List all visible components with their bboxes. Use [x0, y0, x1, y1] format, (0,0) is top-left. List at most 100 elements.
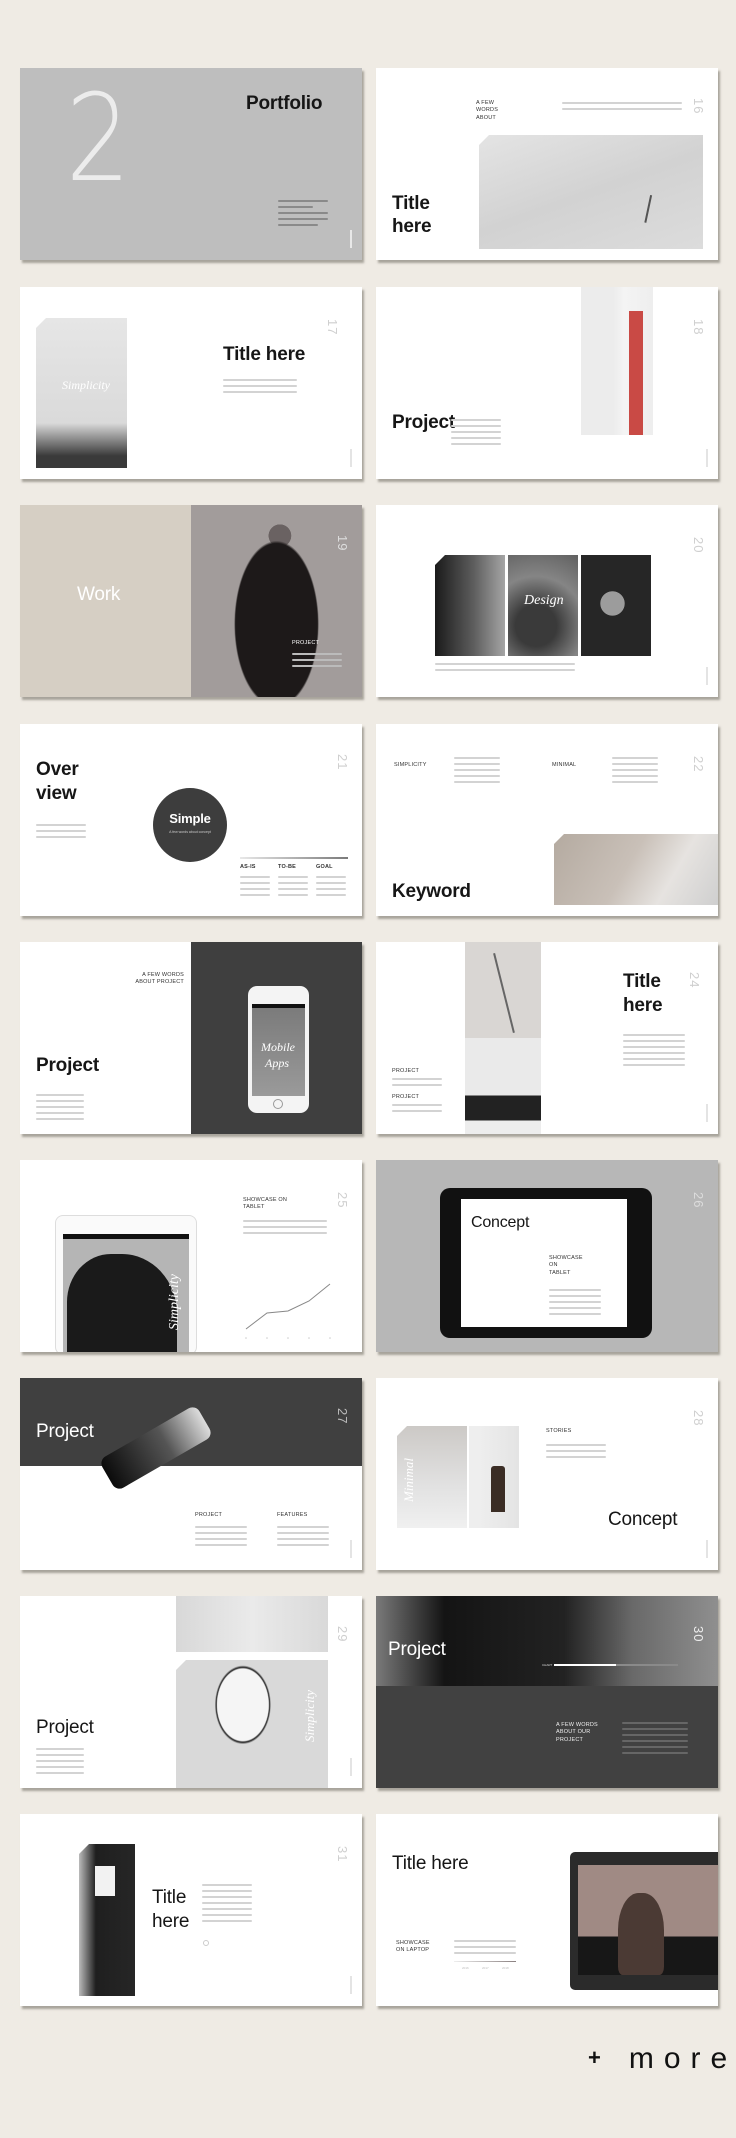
tablet-screen: Concept SHOWCASE ON TABLET [461, 1199, 627, 1327]
section-label: A FEW WORDS ABOUT [476, 100, 499, 121]
footer-mark [706, 1104, 708, 1122]
x-tick [287, 1337, 289, 1339]
x-tick [266, 1337, 268, 1339]
section-label: SHOWCASE ON TABLET [549, 1255, 583, 1276]
play-icon[interactable] [203, 1940, 209, 1946]
slide-32[interactable]: Title here SHOWCASE ON LAPTOP 2016 2017 … [376, 1814, 718, 2006]
slide-26[interactable]: Concept SHOWCASE ON TABLET 26 [376, 1160, 718, 1352]
footer-mark [350, 1540, 352, 1558]
body-text [435, 663, 575, 675]
photo-overlay-text: Simplicity [167, 1274, 182, 1330]
bar-caption: CHART [542, 1663, 553, 1667]
more-text: more [628, 2042, 736, 2075]
phone-screen: Mobile Apps [252, 1004, 305, 1096]
chart-line [245, 1283, 331, 1330]
photo-overlay-text: Minimal [401, 1457, 417, 1503]
body-text [202, 1884, 252, 1926]
page-number: 17 [325, 319, 340, 336]
page-number: 20 [691, 537, 706, 554]
body-text [546, 1444, 606, 1462]
column-asis: AS-IS [240, 864, 256, 870]
body-text [223, 379, 297, 397]
column-text [278, 876, 308, 900]
page-number: 21 [335, 754, 350, 771]
column-project: PROJECT [195, 1512, 223, 1518]
laptop-screen [578, 1865, 718, 1975]
plant-icon [644, 195, 672, 227]
slide-22[interactable]: SIMPLICITY MINIMAL 22 Keyword [376, 724, 718, 916]
slide-31[interactable]: Title here 31 [20, 1814, 362, 2006]
phone-mockup: Mobile Apps [248, 986, 309, 1113]
fashion-photo [79, 1844, 135, 1996]
slide-20[interactable]: Design 20 [376, 505, 718, 697]
slide-17[interactable]: Simplicity Title here 17 [20, 287, 362, 479]
slide-title-line1: Title [623, 971, 661, 992]
slide-19[interactable]: Work PROJECT 19 [20, 505, 362, 697]
column-features: FEATURES [277, 1512, 308, 1518]
slide-title-line1: Over [36, 759, 79, 780]
footer-mark [706, 667, 708, 685]
progress-track [554, 1664, 678, 1666]
column-tobe: TO-BE [278, 864, 297, 870]
body-text [454, 1940, 516, 1958]
tulle-photo: Simplicity [176, 1660, 328, 1788]
phone-text-1: Mobile [261, 1040, 295, 1054]
slide-29[interactable]: Simplicity Project 29 [20, 1596, 362, 1788]
red-dress-photo [581, 287, 653, 435]
figure [618, 1893, 664, 1975]
footer-mark [706, 449, 708, 467]
slide-title: Keyword [392, 881, 471, 902]
body-text [243, 1220, 327, 1238]
chair-photo [465, 1038, 541, 1134]
scale-label-2: 2017 [482, 1966, 489, 1970]
keyword-simplicity: SIMPLICITY [394, 762, 427, 768]
body-text [612, 757, 658, 787]
body-text [562, 102, 682, 114]
progress-fill [554, 1664, 616, 1666]
linen-photo [554, 834, 718, 905]
slide-portfolio[interactable]: 2 Portfolio [20, 68, 362, 260]
slide-23[interactable]: A FEW WORDS ABOUT PROJECT Project Mobile… [20, 942, 362, 1134]
plus-icon: + [588, 2045, 611, 2070]
slide-title: Concept [471, 1214, 530, 1231]
photo-back [435, 555, 505, 656]
circle-title: Simple [169, 811, 211, 826]
dark-panel: Mobile Apps [191, 942, 362, 1134]
section-label: SHOWCASE ON TABLET [243, 1197, 288, 1211]
scale-label-3: 2018 [502, 1966, 509, 1970]
slide-18[interactable]: Project 18 [376, 287, 718, 479]
hands-photo: Simplicity [36, 318, 127, 468]
slide-title: Portfolio [246, 93, 323, 114]
section-label: SHOWCASE ON LAPTOP [396, 1940, 430, 1954]
slide-title: Work [77, 584, 121, 605]
page-number: 31 [335, 1846, 350, 1863]
slide-30[interactable]: Project CHART A FEW WORDS ABOUT OUR PROJ… [376, 1596, 718, 1788]
page-number: 29 [335, 1626, 350, 1643]
body-text [454, 757, 500, 787]
body-text [549, 1289, 601, 1319]
red-dress [629, 311, 643, 435]
slide-21[interactable]: Over view Simple A few words about conce… [20, 724, 362, 916]
laptop-mockup [570, 1852, 718, 1990]
photo-portrait [581, 555, 651, 656]
page-number: 28 [691, 1410, 706, 1427]
slide-title: Project [36, 1421, 94, 1442]
section-label: STORIES [546, 1428, 572, 1434]
photo-overlay-text: Design [524, 593, 564, 608]
section-label: A FEW WORDS ABOUT PROJECT [135, 972, 184, 986]
slide-16[interactable]: A FEW WORDS ABOUT 16 Title here [376, 68, 718, 260]
more-label: + more [588, 2042, 736, 2076]
slide-28[interactable]: Minimal STORIES Concept 28 [376, 1378, 718, 1570]
slide-25[interactable]: Simplicity SHOWCASE ON TABLET 25 [20, 1160, 362, 1352]
slide-title-line1: Title [392, 193, 430, 214]
slide-title: Project [36, 1717, 94, 1738]
scale-label-1: 2016 [462, 1966, 469, 1970]
shirt-print [95, 1866, 115, 1896]
slide-title: Concept [608, 1509, 678, 1530]
slide-27[interactable]: Project PROJECT FEATURES 27 [20, 1378, 362, 1570]
footer-mark [706, 1540, 708, 1558]
sand-photo [479, 135, 703, 249]
slide-24[interactable]: PROJECT PROJECT Title here 24 [376, 942, 718, 1134]
body-text [392, 1078, 442, 1090]
section-number: 2 [65, 70, 131, 209]
